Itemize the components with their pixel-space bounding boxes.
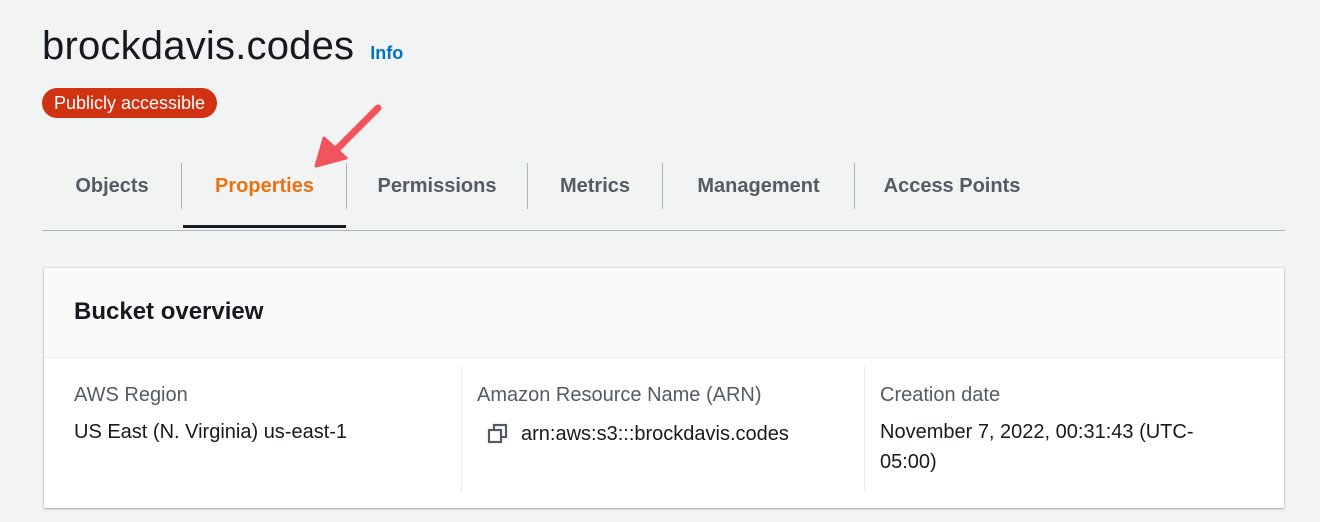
- column-divider: [461, 366, 462, 492]
- page-title: brockdavis.codes: [42, 24, 355, 68]
- copy-icon[interactable]: [487, 423, 509, 445]
- region-column: AWS Region US East (N. Virginia) us-east…: [74, 366, 454, 492]
- tab-access-points[interactable]: Access Points: [855, 160, 1049, 228]
- arn-value: arn:aws:s3:::brockdavis.codes: [521, 423, 789, 445]
- info-link[interactable]: Info: [370, 43, 403, 64]
- tab-bar: Objects Properties Permissions Metrics M…: [42, 160, 1285, 231]
- column-divider: [864, 366, 865, 492]
- page: brockdavis.codes Info Publicly accessibl…: [0, 0, 1320, 522]
- arn-label: Amazon Resource Name (ARN): [477, 384, 762, 406]
- card-title: Bucket overview: [74, 298, 264, 325]
- bucket-overview-card: Bucket overview AWS Region US East (N. V…: [44, 268, 1284, 508]
- tab-divider: [181, 163, 182, 209]
- status-badge: Publicly accessible: [42, 88, 218, 118]
- page-header: brockdavis.codes Info: [42, 24, 403, 69]
- arn-row: arn:aws:s3:::brockdavis.codes: [487, 419, 862, 449]
- tab-metrics[interactable]: Metrics: [528, 160, 662, 228]
- tab-management[interactable]: Management: [663, 160, 854, 228]
- creation-column: Creation date November 7, 2022, 00:31:43…: [880, 366, 1230, 492]
- creation-label: Creation date: [880, 384, 1001, 406]
- region-label: AWS Region: [74, 384, 188, 406]
- arn-column: Amazon Resource Name (ARN) arn:aws:s3:::…: [477, 366, 862, 492]
- creation-value: November 7, 2022, 00:31:43 (UTC-05:00): [880, 421, 1194, 473]
- arrow-annotation-icon: [314, 104, 382, 168]
- region-value: US East (N. Virginia) us-east-1: [74, 421, 348, 443]
- tab-objects[interactable]: Objects: [42, 160, 182, 228]
